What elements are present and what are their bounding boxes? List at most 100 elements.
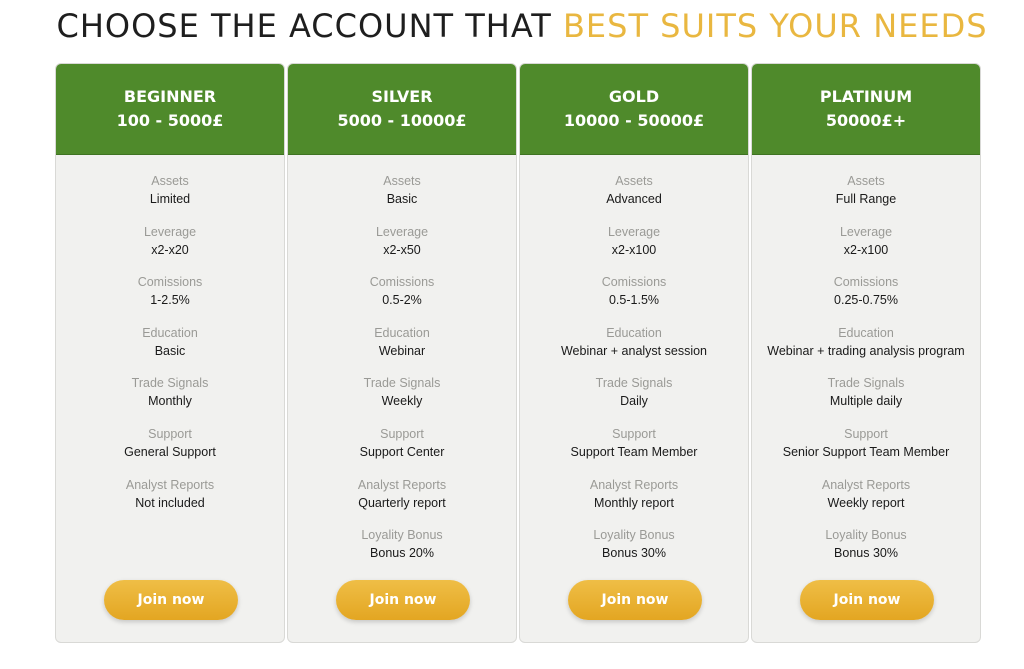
- feature-item: Support Support Center: [288, 426, 516, 477]
- feature-label: Support: [612, 426, 656, 441]
- feature-value: Not included: [135, 495, 205, 510]
- feature-item: Loyality Bonus Bonus 30%: [520, 527, 748, 578]
- feature-item: Leverage x2-x20: [56, 224, 284, 275]
- feature-label: Analyst Reports: [589, 477, 679, 492]
- plan-card-platinum: PLATINUM 50000£+ Assets Full Range Leverag…: [751, 63, 981, 643]
- feature-value: 0.25-0.75%: [834, 293, 898, 308]
- join-now-button[interactable]: Join now: [568, 580, 702, 620]
- feature-value: Webinar + trading analysis program: [767, 343, 965, 358]
- feature-item: Leverage x2-x100: [752, 224, 980, 275]
- feature-item: Leverage x2-x50: [288, 224, 516, 275]
- feature-value: Basic: [386, 192, 418, 206]
- feature-label: Trade Signals: [131, 376, 209, 391]
- feature-value: Quarterly report: [358, 495, 446, 510]
- plan-name: PLATINUM: [819, 87, 913, 106]
- plan-features: Assets Basic Leverage x2-x50 Comissions 0.5-2…: [288, 155, 516, 578]
- feature-item: Loyality Bonus Bonus 30%: [752, 527, 980, 578]
- feature-item: Leverage x2-x100: [520, 224, 748, 275]
- feature-item: Analyst Reports Not included: [56, 477, 284, 528]
- feature-label: Loyality Bonus: [593, 528, 675, 543]
- pricing-page: CHOOSE THE ACCOUNT THAT BEST SUITS YOUR …: [0, 0, 1024, 669]
- plan-name: GOLD: [608, 87, 660, 106]
- feature-value: Advanced: [606, 192, 662, 206]
- feature-label: Education: [142, 325, 198, 340]
- feature-item: Support Senior Support Team Member: [752, 426, 980, 477]
- plan-card-header: PLATINUM 50000£+: [752, 64, 980, 155]
- plan-card-beginner: BEGINNER 100 - 5000£ Assets Limited Levera…: [55, 63, 285, 643]
- feature-value: Support Team Member: [570, 444, 698, 459]
- feature-item: Comissions 0.25-0.75%: [752, 274, 980, 325]
- feature-item: Analyst Reports Quarterly report: [288, 477, 516, 528]
- feature-value: Full Range: [835, 192, 897, 206]
- feature-item: Comissions 0.5-1.5%: [520, 274, 748, 325]
- feature-label: Trade Signals: [595, 376, 673, 391]
- page-title-highlight: BEST SUITS YOUR NEEDS: [562, 7, 988, 45]
- feature-value: Monthly report: [594, 495, 674, 510]
- feature-item: Comissions 0.5-2%: [288, 274, 516, 325]
- feature-value: Webinar + analyst session: [560, 343, 708, 358]
- feature-label: Leverage: [607, 224, 661, 239]
- plan-deposit-range: 100 - 5000£: [116, 111, 224, 130]
- feature-label: Comissions: [369, 275, 435, 290]
- feature-item: Trade Signals Multiple daily: [752, 375, 980, 426]
- feature-item: Analyst Reports Weekly report: [752, 477, 980, 528]
- join-now-button[interactable]: Join now: [800, 580, 934, 620]
- feature-item: Assets Basic: [288, 173, 516, 224]
- feature-label: Comissions: [601, 275, 667, 290]
- feature-label: Analyst Reports: [821, 477, 911, 492]
- join-now-button[interactable]: Join now: [336, 580, 470, 620]
- plan-name: SILVER: [371, 87, 433, 106]
- feature-value: 0.5-2%: [382, 293, 422, 308]
- feature-label: Support: [380, 426, 424, 441]
- feature-label: Trade Signals: [363, 376, 441, 391]
- page-title-main: CHOOSE THE ACCOUNT THAT: [56, 7, 552, 45]
- feature-value: x2-x100: [611, 242, 657, 257]
- feature-label: Leverage: [375, 224, 429, 239]
- plan-cards: BEGINNER 100 - 5000£ Assets Limited Levera…: [55, 63, 981, 643]
- feature-value: Limited: [149, 192, 191, 206]
- feature-value: Weekly report: [827, 495, 905, 510]
- feature-item: Trade Signals Weekly: [288, 375, 516, 426]
- feature-item: Trade Signals Monthly: [56, 375, 284, 426]
- feature-value: x2-x100: [843, 242, 889, 257]
- feature-item: Loyality Bonus Bonus 20%: [288, 527, 516, 578]
- feature-item: Education Webinar + trading analysis prog…: [752, 325, 980, 376]
- plan-name: BEGINNER: [123, 87, 217, 106]
- join-now-button[interactable]: Join now: [104, 580, 238, 620]
- feature-value: Monthly: [148, 394, 192, 409]
- feature-label: Analyst Reports: [357, 477, 447, 492]
- feature-value: Support Center: [359, 444, 445, 459]
- feature-label: Education: [838, 325, 894, 340]
- feature-label: Comissions: [137, 275, 203, 290]
- feature-label: Leverage: [839, 224, 893, 239]
- feature-value: x2-x50: [383, 242, 421, 257]
- feature-item: Support General Support: [56, 426, 284, 477]
- plan-card-gold: GOLD 10000 - 50000£ Assets Advanced Levera…: [519, 63, 749, 643]
- feature-value: Webinar: [378, 343, 426, 358]
- feature-label: Trade Signals: [827, 376, 905, 391]
- feature-label: Education: [374, 325, 430, 340]
- feature-label: Education: [606, 325, 662, 340]
- plan-card-silver: SILVER 5000 - 10000£ Assets Basic Leverage…: [287, 63, 517, 643]
- feature-item: Assets Full Range: [752, 173, 980, 224]
- feature-label: Support: [844, 426, 888, 441]
- feature-label: Assets: [847, 174, 885, 188]
- feature-item: Assets Limited: [56, 173, 284, 224]
- feature-item: Assets Advanced: [520, 173, 748, 224]
- feature-value: Multiple daily: [829, 394, 903, 409]
- feature-value: Bonus 30%: [602, 546, 666, 561]
- feature-value: Bonus 20%: [370, 546, 434, 561]
- feature-value: Basic: [154, 343, 186, 358]
- feature-value: Weekly: [381, 394, 423, 409]
- plan-deposit-range: 50000£+: [825, 111, 907, 130]
- plan-card-header: SILVER 5000 - 10000£: [288, 64, 516, 155]
- feature-item: Education Webinar: [288, 325, 516, 376]
- feature-value: Senior Support Team Member: [782, 444, 950, 459]
- feature-label: Assets: [383, 174, 421, 188]
- feature-value: x2-x20: [151, 242, 189, 257]
- feature-item: Education Basic: [56, 325, 284, 376]
- feature-label: Comissions: [833, 275, 899, 290]
- feature-item: Support Support Team Member: [520, 426, 748, 477]
- plan-features: Assets Full Range Leverage x2-x100 Comission…: [752, 155, 980, 578]
- feature-value: Daily: [620, 394, 648, 409]
